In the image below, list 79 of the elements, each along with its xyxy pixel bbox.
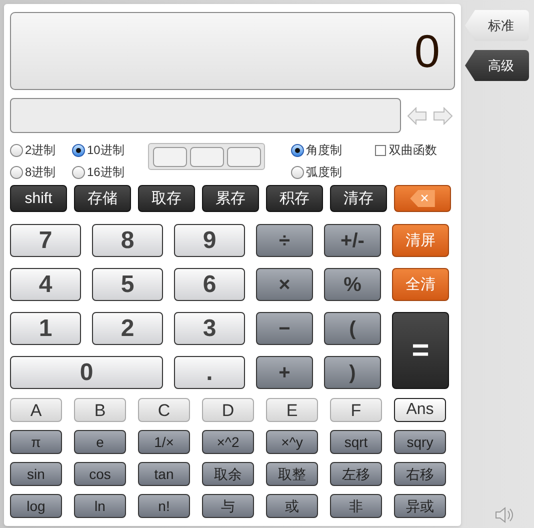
calculator-key[interactable]: tan (138, 462, 190, 486)
calculator-key[interactable]: = (392, 312, 449, 389)
calculator-key[interactable]: ×^2 (202, 430, 254, 454)
right-arrow-icon[interactable] (433, 106, 453, 124)
calculator-key[interactable]: 9 (174, 224, 245, 257)
calculator-key[interactable]: 取余 (202, 462, 254, 486)
mode-tab[interactable]: 标准 (465, 10, 529, 41)
radio-button[interactable] (72, 144, 85, 156)
calculator-key[interactable]: ln (74, 494, 126, 518)
radio-label: 角度制 (306, 142, 342, 159)
calculator-key[interactable]: ) (324, 356, 381, 389)
calculator-key[interactable]: +/- (324, 224, 381, 257)
radio-button[interactable] (291, 166, 304, 178)
calculator-key[interactable]: 累存 (202, 185, 259, 212)
calculator-key[interactable]: 6 (174, 268, 245, 301)
calculator-key[interactable]: sin (10, 462, 62, 486)
calculator-key[interactable]: 或 (266, 494, 318, 518)
calculator-key[interactable]: . (174, 356, 245, 389)
calculator-key[interactable]: 8 (92, 224, 163, 257)
radio-button[interactable] (72, 166, 85, 178)
calculator-key[interactable]: F (330, 398, 382, 422)
calculator-key[interactable]: n! (138, 494, 190, 518)
calculator-key[interactable]: C (138, 398, 190, 422)
calculator-key[interactable]: D (202, 398, 254, 422)
calculator-key[interactable]: + (256, 356, 313, 389)
calculator-key[interactable]: B (74, 398, 126, 422)
calculator-key[interactable]: − (256, 312, 313, 345)
calculator-key[interactable]: ÷ (256, 224, 313, 257)
memory-slot (152, 146, 186, 166)
calculator-key[interactable]: 清屏 (392, 224, 449, 257)
calculator-key[interactable]: e (74, 430, 126, 454)
calculator-key[interactable]: 非 (330, 494, 382, 518)
calculator-key[interactable]: ( (324, 312, 381, 345)
calculator-key[interactable]: 积存 (266, 185, 323, 212)
calculator-key[interactable]: log (10, 494, 62, 518)
checkbox-label: 双曲函数 (389, 142, 437, 159)
calculator-key[interactable]: 1/× (138, 430, 190, 454)
calculator-key[interactable]: 7 (10, 224, 81, 257)
calculator-key[interactable]: 左移 (330, 462, 382, 486)
calculator-key[interactable]: 2 (92, 312, 163, 345)
calculator-key[interactable]: 右移 (394, 462, 446, 486)
calculator-key[interactable]: 5 (92, 268, 163, 301)
calculator-key[interactable]: 3 (174, 312, 245, 345)
left-arrow-icon[interactable] (407, 106, 427, 124)
calculator-key[interactable]: % (324, 268, 381, 301)
calculator-key[interactable]: 全清 (392, 268, 449, 301)
calculator-key[interactable]: 取存 (138, 185, 195, 212)
calculator-key[interactable]: 与 (202, 494, 254, 518)
calculator-key[interactable]: 4 (10, 268, 81, 301)
checkbox[interactable] (375, 144, 386, 156)
radio-label: 弧度制 (306, 164, 342, 181)
radio-button[interactable] (10, 144, 23, 156)
calculator-key[interactable]: ×^y (266, 430, 318, 454)
calculator-key[interactable]: shift (10, 185, 67, 212)
memory-slot (226, 146, 260, 166)
calculator-key[interactable]: π (10, 430, 62, 454)
calculator-key[interactable]: 1 (10, 312, 81, 345)
mode-tab[interactable]: 高级 (465, 50, 529, 81)
radio-button[interactable] (10, 166, 23, 178)
calculator-key[interactable]: A (10, 398, 62, 422)
display-value: 0 (414, 28, 440, 74)
calculator-key[interactable]: 存储 (74, 185, 131, 212)
calculator-key[interactable]: 0 (10, 356, 163, 389)
radio-label: 10进制 (87, 142, 124, 159)
calculator-key[interactable]: 异或 (394, 494, 446, 518)
radio-button[interactable] (291, 144, 304, 156)
calculator-key[interactable]: 清存 (330, 185, 387, 212)
calculator-key[interactable]: × (256, 268, 313, 301)
calculator-key[interactable]: E (266, 398, 318, 422)
calculator-key[interactable]: 取整 (266, 462, 318, 486)
calculator-key[interactable]: sqrt (330, 430, 382, 454)
memory-slot (190, 146, 224, 166)
radio-label: 16进制 (87, 164, 124, 181)
calculator-key[interactable]: sqry (394, 430, 446, 454)
calculator-key[interactable]: cos (74, 462, 126, 486)
calculator-key[interactable]: Ans (394, 398, 446, 422)
radio-label: 2进制 (25, 142, 56, 159)
speaker-icon[interactable] (494, 506, 514, 524)
radio-label: 8进制 (25, 164, 56, 181)
